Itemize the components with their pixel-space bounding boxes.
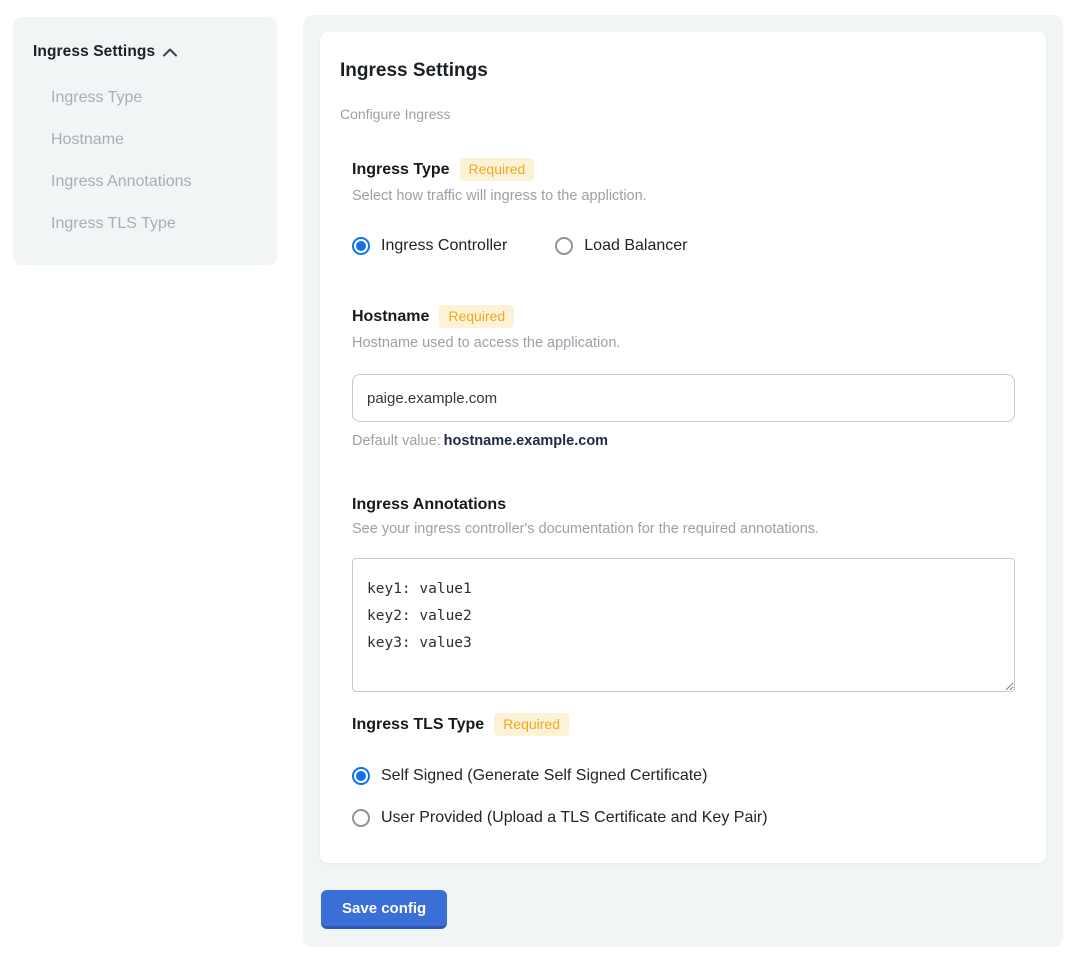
ingress-type-radio-group: Ingress Controller Load Balancer <box>352 237 1014 255</box>
sidebar-item-ingress-annotations[interactable]: Ingress Annotations <box>33 161 257 203</box>
required-badge: Required <box>494 713 569 736</box>
hostname-label: Hostname <box>352 308 429 326</box>
sidebar-item-ingress-tls-type[interactable]: Ingress TLS Type <box>33 203 257 245</box>
radio-user-provided-label: User Provided (Upload a TLS Certificate … <box>381 809 768 827</box>
required-badge: Required <box>439 305 514 328</box>
ingress-tls-type-label: Ingress TLS Type <box>352 716 484 734</box>
main-panel: Ingress Settings Configure Ingress Ingre… <box>303 15 1063 947</box>
default-value-label: Default value: <box>352 433 441 449</box>
radio-selected-icon <box>352 237 370 255</box>
sidebar-item-ingress-type[interactable]: Ingress Type <box>33 77 257 119</box>
ingress-annotations-help: See your ingress controller's documentat… <box>352 521 1014 537</box>
ingress-annotations-section: Ingress Annotations See your ingress con… <box>352 496 1014 692</box>
ingress-tls-type-section: Ingress TLS Type Required Self Signed (G… <box>352 713 1014 827</box>
radio-unselected-icon <box>555 237 573 255</box>
settings-sidebar: Ingress Settings Ingress Type Hostname I… <box>13 17 277 265</box>
ingress-type-help: Select how traffic will ingress to the a… <box>352 188 1014 204</box>
radio-load-balancer[interactable]: Load Balancer <box>555 237 687 255</box>
page-title: Ingress Settings <box>340 60 1026 82</box>
radio-load-balancer-label: Load Balancer <box>584 237 687 255</box>
hostname-default-line: Default value:hostname.example.com <box>352 433 1014 449</box>
radio-ingress-controller[interactable]: Ingress Controller <box>352 237 507 255</box>
radio-ingress-controller-label: Ingress Controller <box>381 237 507 255</box>
sidebar-item-list: Ingress Type Hostname Ingress Annotation… <box>33 77 257 245</box>
ingress-annotations-label: Ingress Annotations <box>352 496 506 514</box>
hostname-input[interactable] <box>352 374 1015 422</box>
required-badge: Required <box>460 158 535 181</box>
radio-user-provided[interactable]: User Provided (Upload a TLS Certificate … <box>352 809 1014 827</box>
ingress-annotations-textarea[interactable]: key1: value1 key2: value2 key3: value3 <box>352 558 1015 692</box>
page-subtitle: Configure Ingress <box>340 106 1026 122</box>
sidebar-section-title: Ingress Settings <box>33 43 155 61</box>
default-value-text: hostname.example.com <box>444 433 608 449</box>
radio-self-signed[interactable]: Self Signed (Generate Self Signed Certif… <box>352 767 1014 785</box>
ingress-settings-card: Ingress Settings Configure Ingress Ingre… <box>320 32 1046 863</box>
save-config-button[interactable]: Save config <box>321 890 447 929</box>
ingress-type-section: Ingress Type Required Select how traffic… <box>352 158 1014 255</box>
chevron-up-icon <box>163 48 177 57</box>
radio-unselected-icon <box>352 809 370 827</box>
radio-selected-icon <box>352 767 370 785</box>
hostname-section: Hostname Required Hostname used to acces… <box>352 305 1014 449</box>
sidebar-item-hostname[interactable]: Hostname <box>33 119 257 161</box>
hostname-help: Hostname used to access the application. <box>352 335 1014 351</box>
radio-self-signed-label: Self Signed (Generate Self Signed Certif… <box>381 767 707 785</box>
sidebar-section-ingress-settings[interactable]: Ingress Settings <box>33 43 257 61</box>
ingress-type-label: Ingress Type <box>352 161 450 179</box>
